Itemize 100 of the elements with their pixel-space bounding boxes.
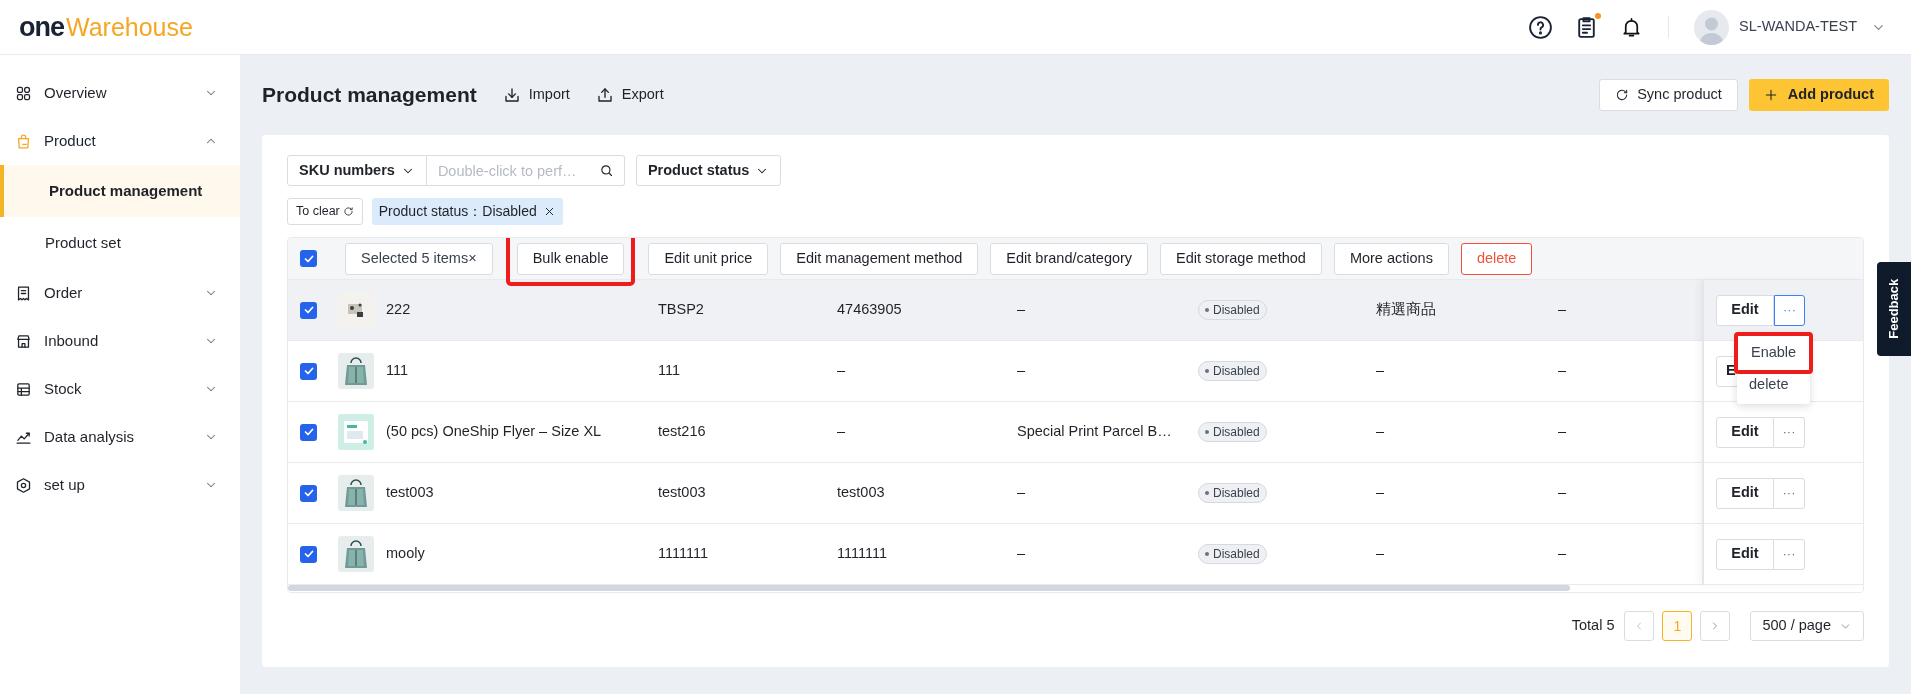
checkbox[interactable]: [300, 301, 317, 319]
plus-icon: [1763, 88, 1778, 102]
table-cell-text: –: [1558, 300, 1567, 320]
sidebar-item[interactable]: Stock: [0, 365, 240, 413]
feedback-tab[interactable]: Feedback: [1877, 262, 1911, 356]
table-cell-text: –: [1017, 361, 1026, 381]
field-select[interactable]: SKU numbers: [287, 155, 427, 186]
upload-icon: [595, 86, 614, 104]
menu-item[interactable]: delete: [1737, 369, 1811, 401]
logo-mark: one: [19, 13, 64, 41]
product-name: 111: [386, 361, 409, 381]
table-cell-text: –: [1558, 422, 1567, 442]
action-button[interactable]: More actions: [1333, 242, 1449, 275]
menu-item[interactable]: Enable: [1739, 337, 1809, 369]
action-button[interactable]: Edit management method: [780, 242, 979, 275]
sidebar-item[interactable]: Product: [0, 117, 240, 165]
sidebar-item[interactable]: Inbound: [0, 317, 240, 365]
scrollbar[interactable]: [288, 585, 1570, 591]
user-name[interactable]: SL-WANDA-TEST: [1739, 16, 1857, 38]
sync-button[interactable]: Sync product: [1599, 79, 1738, 111]
status-badge: Disabled: [1198, 300, 1267, 320]
checkbox[interactable]: [300, 484, 317, 502]
table-row[interactable]: 222 TBSP2 47463905 – Disabled 精選商品 –: [288, 280, 1702, 341]
clear-button[interactable]: To clear: [287, 198, 363, 225]
product-name: 222: [386, 300, 411, 320]
table-cell-text: –: [1558, 361, 1567, 381]
edit-button[interactable]: Edit: [1716, 294, 1774, 326]
menu-item-icon: [15, 476, 32, 494]
edit-button[interactable]: Edit: [1716, 416, 1774, 448]
action-button[interactable]: Edit storage method: [1160, 242, 1322, 275]
table-cell-text: –: [1017, 544, 1026, 564]
table-cell-text: –: [1376, 361, 1385, 381]
status-badge: Disabled: [1198, 422, 1267, 442]
table-cell-text: Special Print Parcel B…: [1017, 422, 1172, 442]
table-cell-text: 1111111: [658, 544, 708, 564]
delete-button[interactable]: delete: [1460, 242, 1533, 275]
table-cell-text: –: [837, 361, 846, 381]
check-icon: [302, 365, 315, 377]
table-cell-text: –: [1017, 300, 1026, 320]
sidebar-subitem[interactable]: Product management: [0, 165, 240, 217]
menu-item-icon: [15, 380, 32, 398]
checkbox[interactable]: [300, 362, 317, 380]
more-button[interactable]: ···: [1774, 538, 1805, 570]
total-count: Total 5: [1571, 616, 1615, 636]
refresh-icon: [1615, 88, 1630, 102]
action-button[interactable]: Edit brand/category: [990, 242, 1149, 275]
table-cell-text: test003: [837, 483, 885, 503]
menu-item-icon: [15, 132, 32, 150]
table-cell-text: TBSP2: [658, 300, 704, 320]
more-button[interactable]: ···: [1774, 416, 1805, 448]
sidebar-item[interactable]: Overview: [0, 69, 240, 117]
menu-item-icon: [15, 332, 32, 350]
action-button[interactable]: Selected 5 items×: [345, 242, 493, 275]
product-name: mooly: [386, 544, 425, 564]
more-button[interactable]: ···: [1774, 477, 1805, 509]
page-size-select[interactable]: 500 / page: [1750, 611, 1864, 641]
download-icon: [502, 86, 521, 104]
add-product-button[interactable]: Add product: [1748, 79, 1889, 111]
table-cell-text: –: [1558, 483, 1567, 503]
edit-button[interactable]: Edit: [1716, 538, 1774, 570]
import-button[interactable]: Import: [502, 84, 570, 106]
search-field[interactable]: Double-click to perf…: [426, 155, 625, 186]
logo-text: Warehouse: [66, 14, 193, 40]
search-icon[interactable]: [598, 163, 614, 178]
menu-item-icon: [15, 84, 32, 102]
export-button[interactable]: Export: [595, 84, 664, 106]
help-icon[interactable]: [1528, 14, 1554, 40]
table-cell-text: 1111111: [837, 544, 887, 564]
sidebar-item[interactable]: Order: [0, 269, 240, 317]
status-badge: Disabled: [1198, 483, 1267, 503]
edit-button[interactable]: Edit: [1716, 477, 1774, 509]
page-title: Product management: [262, 82, 477, 109]
table-cell-text: 47463905: [837, 300, 902, 320]
action-button[interactable]: Bulk enable: [516, 242, 625, 275]
checkbox[interactable]: [300, 423, 317, 441]
check-icon: [302, 304, 315, 316]
table-cell-text: test003: [658, 483, 706, 503]
table-cell-text: –: [1376, 544, 1385, 564]
checkbox[interactable]: [300, 250, 317, 267]
check-icon: [302, 548, 315, 560]
product-name: (50 pcs) OneShip Flyer – Size XL: [386, 422, 602, 442]
action-button[interactable]: Edit unit price: [648, 242, 769, 275]
status-badge: Disabled: [1198, 544, 1267, 564]
refresh-icon: [342, 206, 354, 217]
table-cell-text: 111: [658, 361, 681, 381]
menu-item-icon: [15, 284, 32, 302]
product-name: test003: [386, 483, 434, 503]
sidebar-item[interactable]: Data analysis: [0, 413, 240, 461]
filter-tag: Product status：Disabled: [371, 198, 563, 225]
table-cell-text: –: [837, 422, 846, 442]
status-select[interactable]: Product status: [635, 155, 782, 186]
more-button[interactable]: ···: [1774, 294, 1805, 326]
sidebar-subitem[interactable]: Product set: [0, 217, 240, 269]
check-icon: [302, 487, 315, 499]
table-cell-text: test216: [658, 422, 706, 442]
table-cell-text: –: [1376, 422, 1385, 442]
checkbox[interactable]: [300, 545, 317, 563]
table-cell-text: 精選商品: [1376, 300, 1436, 320]
table-cell-text: –: [1558, 544, 1567, 564]
sidebar-item[interactable]: set up: [0, 461, 240, 509]
